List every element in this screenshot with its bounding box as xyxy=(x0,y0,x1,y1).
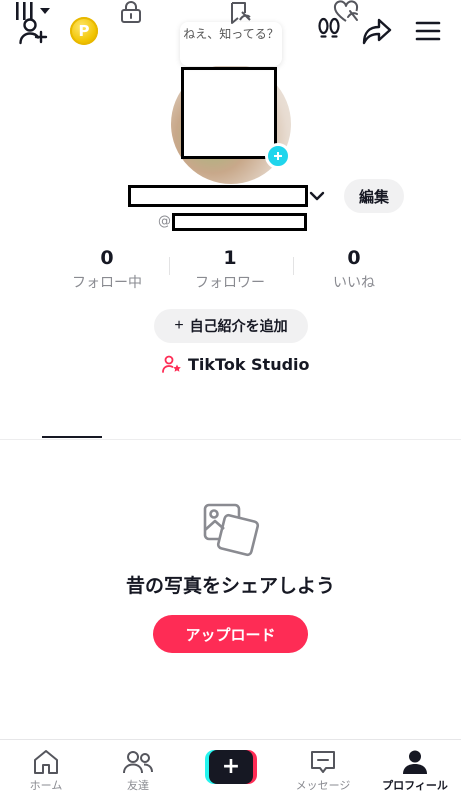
tab-liked[interactable] xyxy=(333,0,361,24)
username-redaction xyxy=(172,213,307,231)
upload-button[interactable]: アップロード xyxy=(153,615,308,653)
create-button-core: + xyxy=(209,750,253,784)
stat-followers[interactable]: 1 フォロワー xyxy=(170,246,290,292)
display-name-redaction xyxy=(128,185,308,207)
edit-profile-button[interactable]: 編集 xyxy=(344,179,404,213)
profile-icon xyxy=(403,750,427,774)
nav-home-label: ホーム xyxy=(29,779,63,792)
active-tab-indicator xyxy=(42,436,102,438)
add-bio-button[interactable]: + 自己紹介を追加 xyxy=(154,309,308,343)
tiktok-studio-label: TikTok Studio xyxy=(188,354,310,374)
username-at-sign: @ xyxy=(158,214,171,229)
stat-likes[interactable]: 0 いいね xyxy=(294,246,414,292)
studio-icon xyxy=(162,355,181,373)
friends-icon xyxy=(123,751,153,774)
coin-symbol: P xyxy=(78,22,90,40)
tab-private[interactable] xyxy=(120,0,142,24)
messages-icon xyxy=(311,751,335,773)
menu-icon xyxy=(415,21,441,41)
nav-home[interactable]: ホーム xyxy=(0,744,92,798)
followers-count: 1 xyxy=(223,247,237,269)
bottom-nav-divider xyxy=(0,739,461,740)
nav-friends-label: 友達 xyxy=(127,779,149,792)
nav-messages[interactable]: メッセージ xyxy=(277,744,369,798)
avatar-add-icon[interactable] xyxy=(265,143,291,169)
create-button[interactable]: + xyxy=(205,750,257,784)
lock-icon xyxy=(121,1,141,23)
photos-icon xyxy=(200,502,262,560)
share-button[interactable] xyxy=(360,14,394,48)
nav-profile-label: プロフィール xyxy=(382,779,448,792)
plus-icon: + xyxy=(221,754,241,779)
likes-label: いいね xyxy=(333,275,375,291)
home-icon xyxy=(34,750,58,774)
followers-label: フォロワー xyxy=(195,275,265,291)
empty-state-title: 昔の写真をシェアしよう xyxy=(125,575,335,597)
menu-button[interactable] xyxy=(412,16,444,46)
following-count: 0 xyxy=(100,247,114,269)
plus-icon: + xyxy=(174,317,184,334)
following-label: フォロー中 xyxy=(72,275,142,291)
tab-videos[interactable] xyxy=(14,0,54,22)
nav-profile[interactable]: プロフィール xyxy=(369,744,461,798)
nav-friends[interactable]: 友達 xyxy=(92,744,184,798)
tip-bubble[interactable]: ねえ、知ってる？ xyxy=(180,22,282,66)
repost-icon xyxy=(231,2,251,24)
tab-reposts[interactable] xyxy=(228,0,254,26)
nav-messages-label: メッセージ xyxy=(295,779,351,792)
videos-grid-icon xyxy=(16,2,50,20)
add-bio-label: 自己紹介を追加 xyxy=(189,318,288,334)
tiktok-studio-link[interactable]: TikTok Studio xyxy=(162,352,310,376)
tabs-divider xyxy=(0,439,461,440)
share-icon xyxy=(362,18,392,45)
liked-icon xyxy=(333,0,359,22)
chevron-down-icon[interactable] xyxy=(307,185,327,207)
coin-icon[interactable]: P xyxy=(70,17,98,45)
likes-count: 0 xyxy=(347,247,361,269)
avatar-redaction xyxy=(181,67,277,159)
stat-following[interactable]: 0 フォロー中 xyxy=(47,246,167,292)
